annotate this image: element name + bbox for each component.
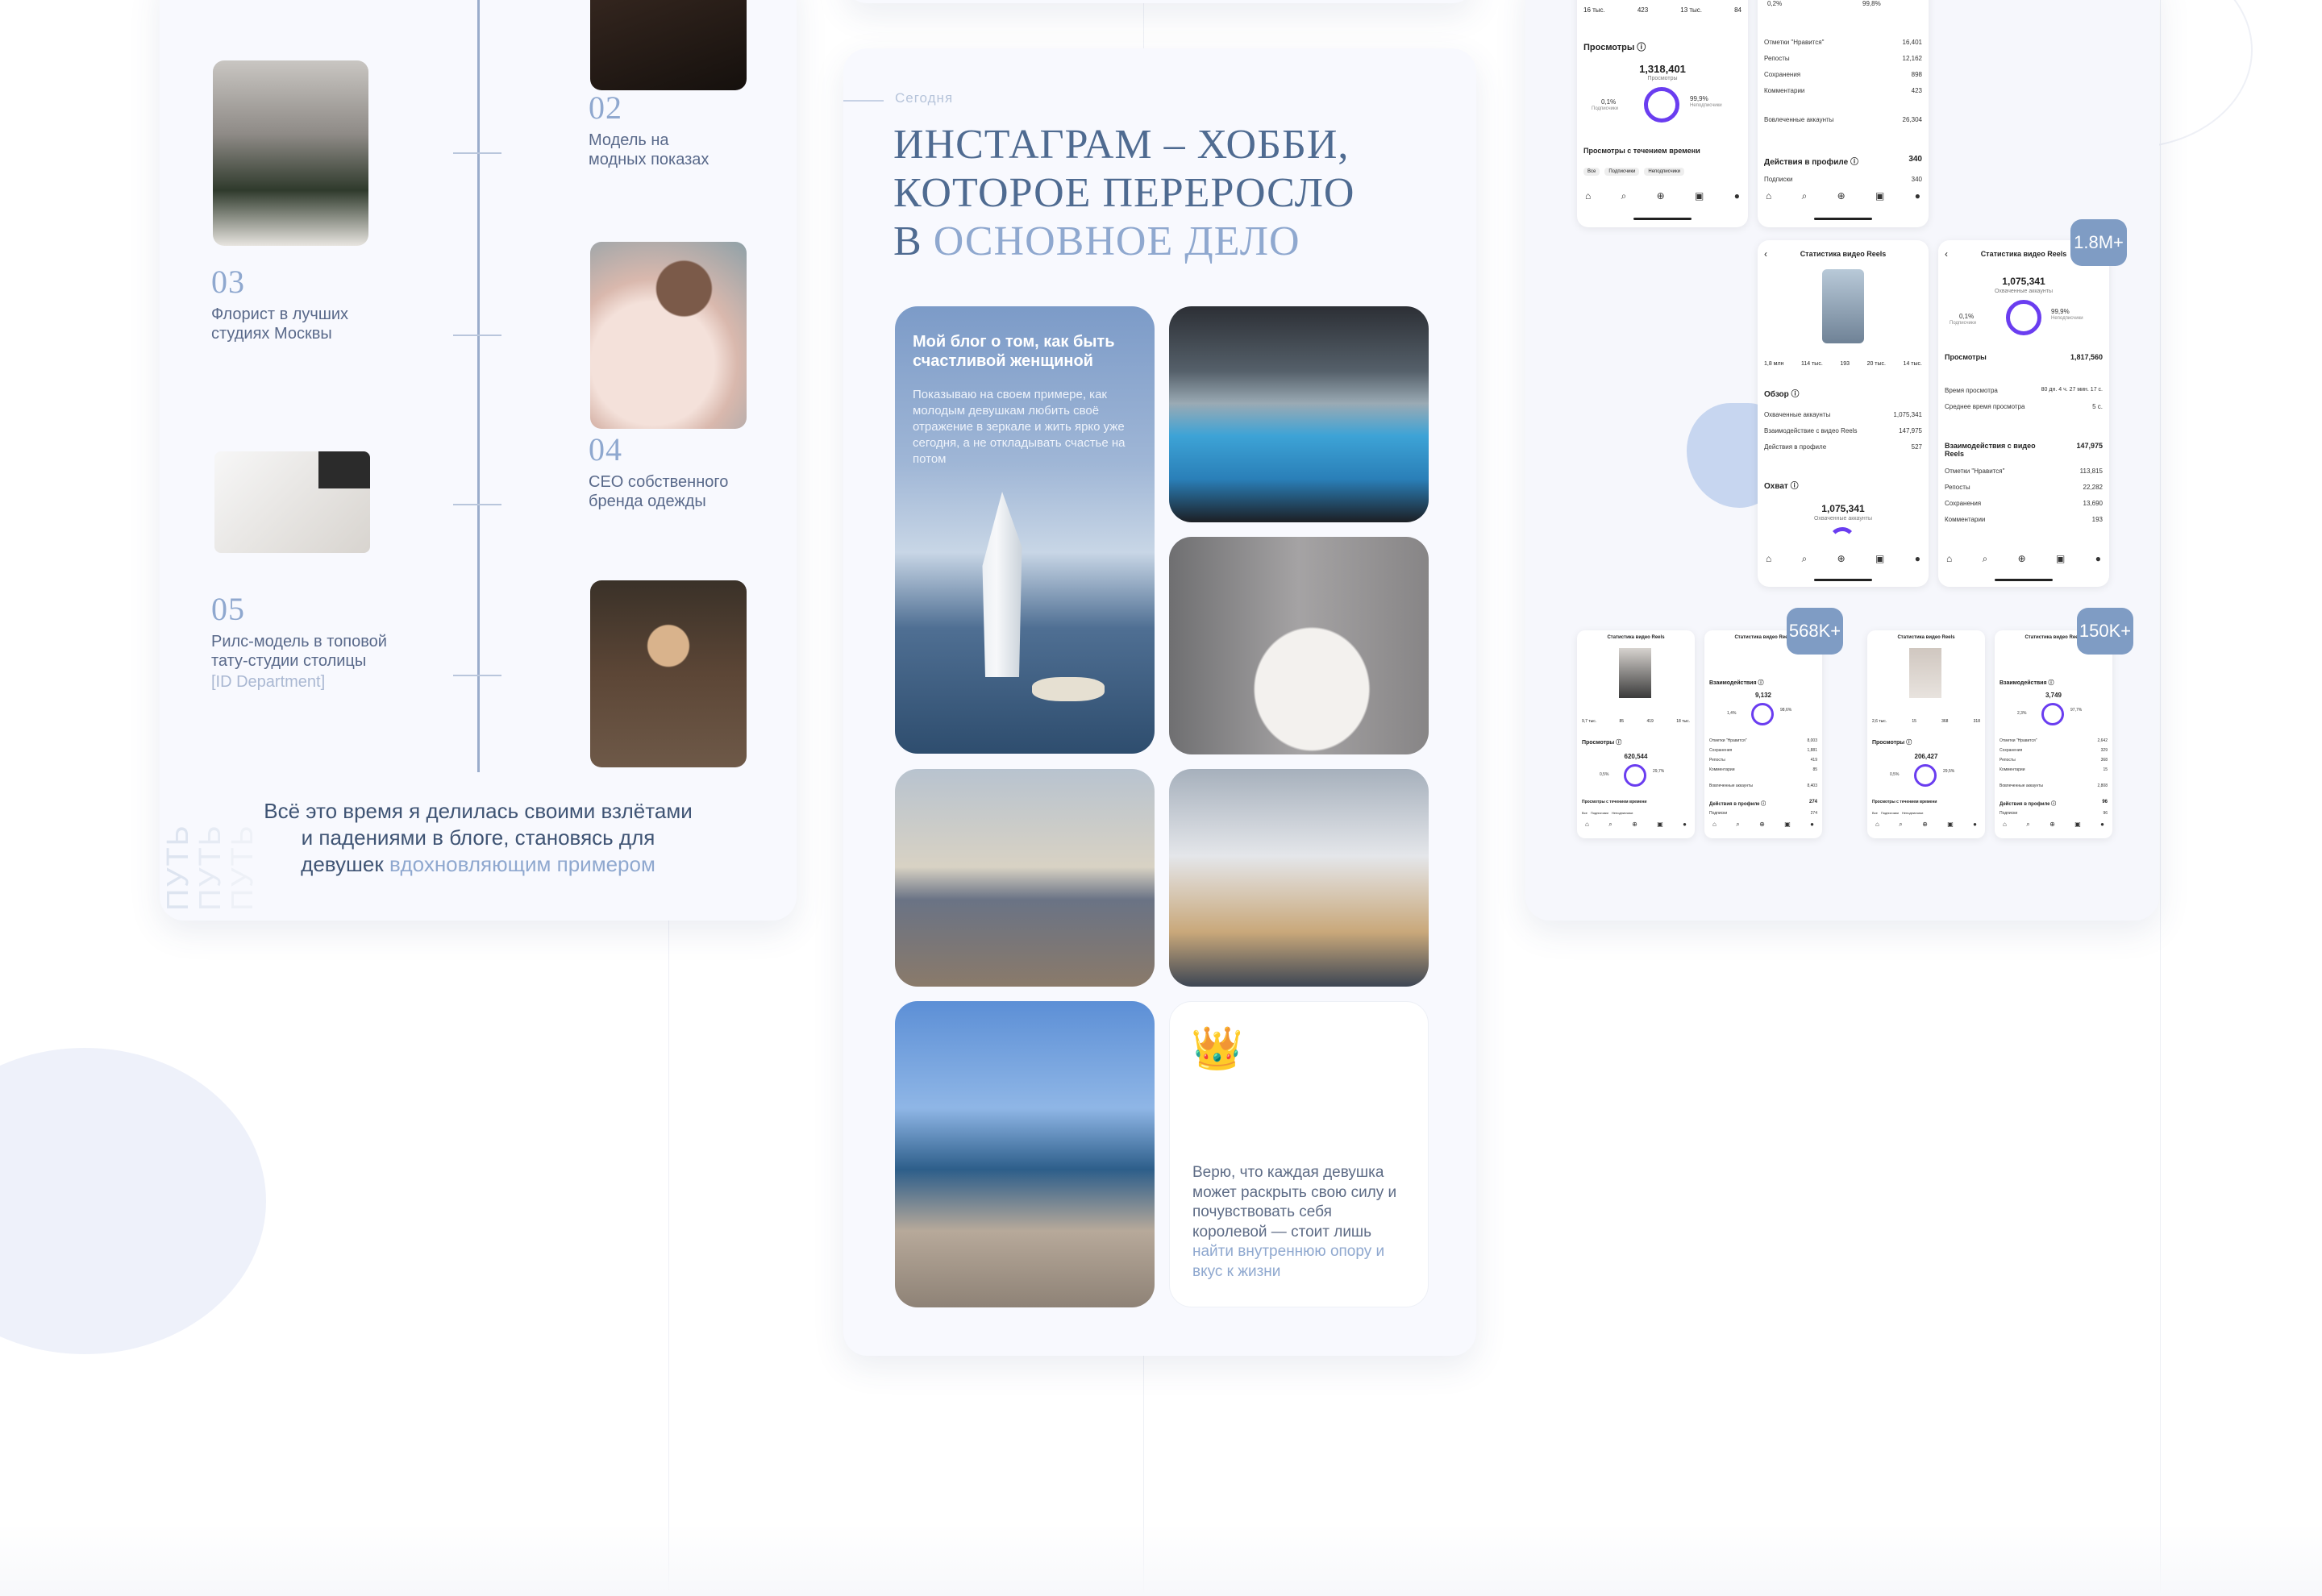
timeline-axis <box>477 0 480 772</box>
photo-runway-dark <box>590 0 747 90</box>
chip[interactable]: Неподписчики <box>1902 811 1923 815</box>
chip[interactable]: Неподписчики <box>1644 168 1684 176</box>
belief-tile: 👑 Верю, что каждая девушка может раскрыт… <box>1169 1001 1429 1307</box>
timeline-tick <box>453 675 501 676</box>
stats-screenshot-reels-overview: ‹ Статистика видео Reels 1,8 млн 114 тыс.… <box>1758 240 1929 587</box>
stats-screenshot-small: Статистика видео Reels Взаимодействия ⓘ … <box>1995 630 2112 838</box>
blog-tile: Мой блог о том, как быть счастливой женщ… <box>895 306 1155 754</box>
bottom-nav: ⌂ ⌕ ⊕ ▣ ● <box>1585 190 1740 202</box>
photo-flowers <box>590 242 747 429</box>
stats-screenshot-small: Статистика видео Reels 2,6 тыс. 15 368 318 … <box>1867 630 1985 838</box>
donut-chart <box>1914 764 1937 787</box>
jetski <box>1032 677 1105 701</box>
stats-screenshot-small: Статистика видео Reels Взаимодействия ⓘ … <box>1704 630 1822 838</box>
timeline-tick <box>453 152 501 154</box>
crown-icon: 👑 <box>1191 1025 1243 1072</box>
belief-text: Верю, что каждая девушка может раскрыть … <box>1192 1164 1397 1280</box>
decor-blob <box>0 1048 266 1354</box>
chip[interactable]: Неподписчики <box>1612 811 1633 815</box>
stats-card: 16 тыс. 423 13 тыс. 84 Просмотры ⓘ 1,318,40… <box>1525 0 2159 921</box>
donut-chart <box>1644 87 1679 123</box>
timeline-number: 05 <box>211 591 245 627</box>
stat-badge: 1.8M+ <box>2070 219 2127 266</box>
timeline-tick <box>453 335 501 336</box>
vertical-word: ПУТЬ <box>194 824 227 911</box>
photo-tattoo-studio <box>590 580 747 767</box>
reel-thumbnail <box>1909 648 1941 698</box>
timeline-summary: Всё это время я делилась своими взлётами… <box>264 799 693 876</box>
blog-title: Мой блог о том, как быть счастливой женщ… <box>913 333 1115 370</box>
timeline-caption: Модель на модных показах <box>589 131 710 168</box>
stats-screenshot-views: 16 тыс. 423 13 тыс. 84 Просмотры ⓘ 1,318,40… <box>1577 0 1748 227</box>
reel-thumbnail <box>1619 648 1651 698</box>
photo-puppy <box>895 769 1155 987</box>
label-line <box>843 100 884 102</box>
donut-chart <box>1829 527 1856 555</box>
bottom-nav: ⌂ ⌕ ⊕ ▣ ● <box>1585 821 1687 828</box>
donut-chart <box>2006 300 2041 335</box>
bottom-nav: ⌂ ⌕ ⊕ ▣ ● <box>1766 190 1920 202</box>
bottom-nav: ⌂ ⌕ ⊕ ▣ ● <box>2003 821 2104 828</box>
reel-thumbnail <box>1822 269 1864 343</box>
chip[interactable]: Подписчики <box>1591 811 1608 815</box>
chip[interactable]: Подписчики <box>1881 811 1899 815</box>
photo-seaside <box>895 1001 1155 1307</box>
timeline-caption: Флорист в лучших студиях Москвы <box>211 305 349 343</box>
chip[interactable]: Все <box>1583 168 1600 176</box>
timeline-note: [ID Department] <box>211 673 326 691</box>
photo-helicopter <box>1169 306 1429 522</box>
chip[interactable]: Все <box>1582 811 1588 815</box>
stats-screenshot-small: Статистика видео Reels 9,7 тыс. 85 419 18 т… <box>1577 630 1695 838</box>
donut-chart <box>2041 703 2064 725</box>
timeline-caption: CEO собственного бренда одежды <box>589 473 729 510</box>
bottom-fade <box>0 1523 2322 1596</box>
stat-badge: 150K+ <box>2077 608 2133 655</box>
timeline-number: 03 <box>211 264 245 300</box>
chip[interactable]: Подписчики <box>1604 168 1640 176</box>
chip[interactable]: Все <box>1872 811 1878 815</box>
section-label: Сегодня <box>895 90 954 106</box>
blog-text: Показываю на своем примере, как молодым … <box>913 388 1126 466</box>
burj-al-arab <box>982 492 1022 677</box>
timeline-number: 02 <box>589 89 622 126</box>
bottom-nav: ⌂ ⌕ ⊕ ▣ ● <box>1946 553 2101 564</box>
vertical-word: ПУТЬ <box>161 824 195 911</box>
photo-mirror-selfie <box>1169 537 1429 754</box>
photo-tshirt <box>214 451 370 553</box>
donut-chart <box>1624 764 1646 787</box>
photo-yacht <box>1169 769 1429 987</box>
grid-line <box>2160 0 2161 1596</box>
bottom-nav: ⌂ ⌕ ⊕ ▣ ● <box>1875 821 1977 828</box>
vertical-word: ПУТЬ <box>226 824 260 911</box>
stat-badge: 568K+ <box>1787 608 1843 655</box>
instagram-card: Сегодня ИНСТАГРАМ – ХОББИ, КОТОРОЕ ПЕРЕР… <box>843 48 1476 1356</box>
donut-chart <box>1751 703 1774 725</box>
photo-runway-model <box>213 60 368 246</box>
bottom-nav: ⌂ ⌕ ⊕ ▣ ● <box>1712 821 1814 828</box>
page-title: ИНСТАГРАМ – ХОББИ, КОТОРОЕ ПЕРЕРОСЛО В О… <box>893 122 1355 264</box>
stats-screenshot-interactions: 0,2% 99,8% Отметки "Нравится" 16,401 Репо… <box>1758 0 1929 227</box>
timeline-tick <box>453 504 501 505</box>
timeline-card: 02 Модель на модных показах 03 Флорист в… <box>160 0 797 921</box>
bottom-nav: ⌂ ⌕ ⊕ ▣ ● <box>1766 553 1920 564</box>
timeline-caption: Рилс-модель в топовой тату-студии столиц… <box>211 633 387 670</box>
card-edge <box>843 0 1476 3</box>
stats-screenshot-reels-views: ‹ Статистика видео Reels 1,075,341 Охвач… <box>1938 240 2109 587</box>
timeline-number: 04 <box>589 431 622 468</box>
